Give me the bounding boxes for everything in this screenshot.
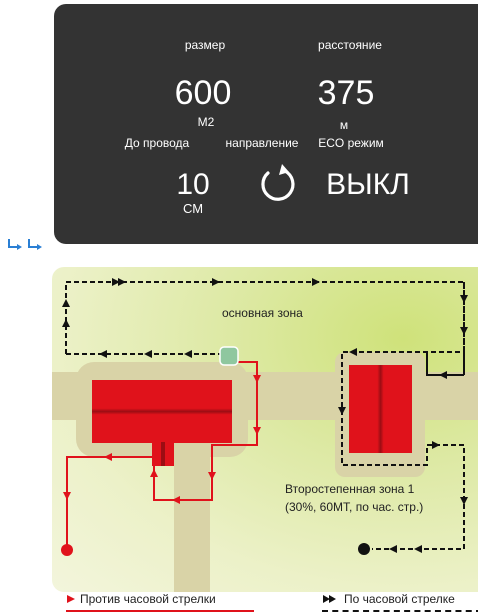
building-right — [349, 365, 412, 453]
size-label: размер — [184, 38, 226, 52]
eco-mode-value[interactable]: ВЫКЛ — [326, 170, 410, 200]
rotate-clockwise-icon — [261, 164, 295, 201]
secondary-zone-label-line2: (30%, 60МТ, по час. стр.) — [285, 500, 424, 514]
secondary-zone-label-line1: Второстепенная зона 1 — [285, 482, 415, 496]
legend-black-dashed-line — [322, 610, 478, 612]
red-arrow-icon — [67, 595, 75, 603]
size-unit: M2 — [197, 115, 215, 129]
direction-toggle-button[interactable] — [256, 162, 300, 206]
mower-status-screen: размер расстояние 600 375 M2 м До провод… — [0, 0, 478, 616]
distance-label: расстояние — [318, 38, 382, 52]
wire-distance-label: До провода — [124, 136, 190, 150]
charging-station-icon[interactable] — [219, 346, 239, 366]
size-value: 600 — [174, 74, 232, 112]
status-panel: размер расстояние 600 375 M2 м До провод… — [54, 4, 478, 244]
direction-label: направление — [225, 136, 299, 150]
building-left — [92, 380, 232, 443]
wire-distance-value: 10 — [176, 168, 210, 201]
black-double-arrow-icon — [323, 595, 336, 603]
double-arrow-icon — [8, 239, 42, 250]
main-zone-start-point — [61, 544, 73, 556]
wire-distance-unit: СМ — [182, 201, 204, 216]
zone-map: основная зона Второстепенная зона 1 (30%… — [52, 267, 478, 592]
secondary-zone-start-point — [358, 543, 370, 555]
legend-counterclockwise: Против часовой стрелки — [66, 590, 266, 616]
distance-value: 375 — [317, 74, 375, 112]
path-vertical — [174, 442, 210, 592]
legend-clockwise-label: По часовой стрелке — [344, 592, 455, 606]
distance-unit: м — [339, 118, 349, 132]
legend-red-line — [66, 610, 254, 612]
legend-clockwise: По часовой стрелке — [322, 590, 478, 616]
building-left-extension-ridge — [161, 442, 165, 466]
main-zone-label: основная зона — [222, 306, 303, 320]
eco-mode-label: ECO режим — [318, 136, 384, 150]
legend-counterclockwise-label: Против часовой стрелки — [80, 592, 216, 606]
